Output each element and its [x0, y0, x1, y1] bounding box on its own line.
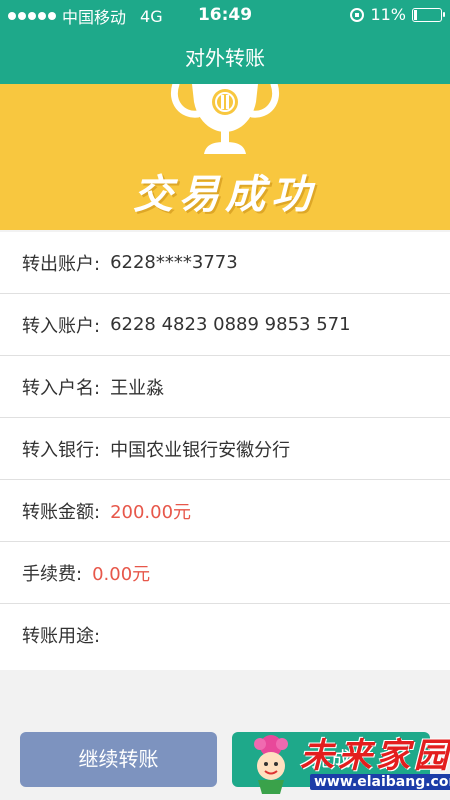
from-account-label: 转出账户: — [22, 253, 101, 275]
nav-bar: 对外转账 — [0, 32, 450, 84]
continue-transfer-button[interactable]: 继续转账 — [20, 732, 217, 787]
success-banner: 交易成功 — [0, 84, 450, 230]
rotation-lock-icon — [350, 7, 365, 22]
amount-label: 转账金额: — [22, 501, 101, 523]
trophy-icon — [171, 84, 279, 154]
page-title: 对外转账 — [185, 46, 265, 70]
detail-row-payee-bank: 转入银行: 中国农业银行安徽分行 — [0, 418, 450, 480]
detail-row-to-account: 转入账户: 6228 4823 0889 9853 571 — [0, 294, 450, 356]
detail-row-amount: 转账金额: 200.00元 — [0, 480, 450, 542]
transfer-success-screen: 中国移动 4G 16:49 11% 对外转账 交易成功 转出账户: 6228**… — [0, 0, 450, 800]
detail-row-fee: 手续费: 0.00元 — [0, 542, 450, 604]
payee-bank-label: 转入银行: — [22, 439, 101, 461]
detail-row-payee-name: 转入户名: 王业淼 — [0, 356, 450, 418]
to-account-value: 6228 4823 0889 9853 571 — [110, 314, 351, 335]
detail-row-purpose: 转账用途: — [0, 604, 450, 666]
battery-icon — [412, 7, 445, 22]
to-account-label: 转入账户: — [22, 315, 101, 337]
battery-level-fill — [414, 9, 417, 20]
status-bar: 中国移动 4G 16:49 11% — [0, 0, 450, 32]
fee-value: 0.00元 — [92, 563, 151, 585]
payee-name-value: 王业淼 — [110, 377, 165, 399]
amount-value: 200.00元 — [110, 501, 192, 523]
purpose-label: 转账用途: — [22, 626, 101, 647]
from-account-value: 6228****3773 — [110, 252, 238, 273]
fee-label: 手续费: — [22, 563, 83, 585]
payee-name-label: 转入户名: — [22, 377, 101, 399]
transfer-details: 转出账户: 6228****3773 转入账户: 6228 4823 0889 … — [0, 232, 450, 670]
status-right: 11% — [350, 5, 445, 24]
done-button[interactable]: 完成 — [232, 732, 430, 787]
success-title: 交易成功 — [133, 172, 317, 218]
payee-bank-value: 中国农业银行安徽分行 — [110, 439, 291, 461]
detail-row-from-account: 转出账户: 6228****3773 — [0, 232, 450, 294]
battery-percent: 11% — [370, 5, 406, 24]
